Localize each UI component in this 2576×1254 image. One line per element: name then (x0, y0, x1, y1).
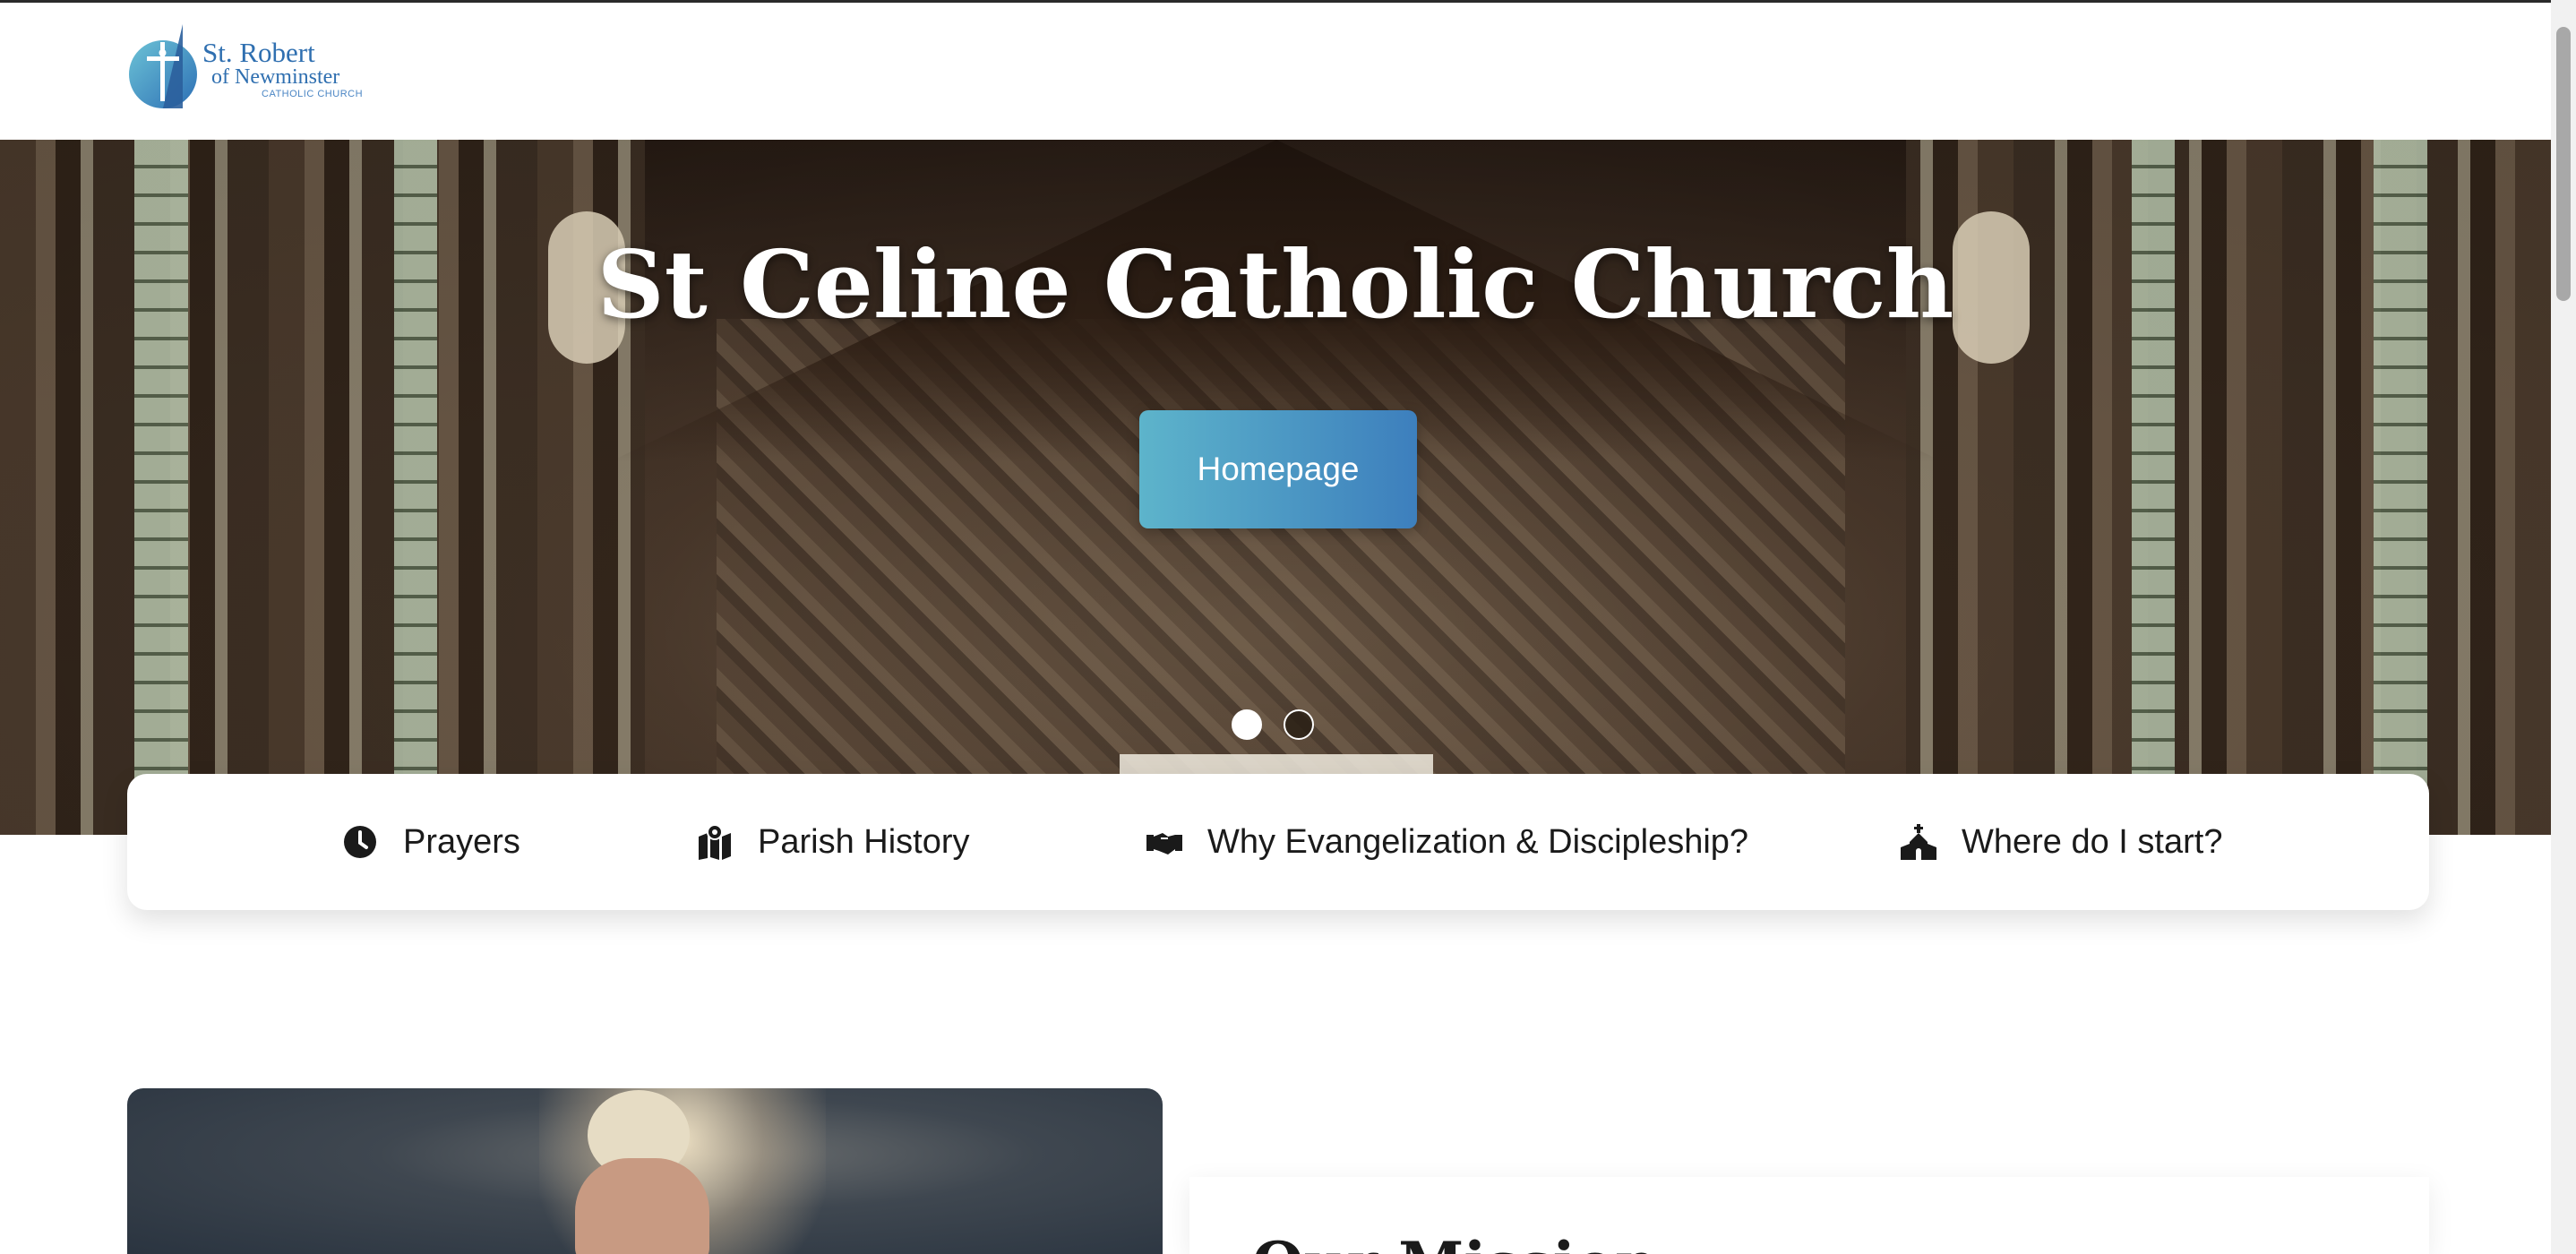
carousel-indicators (1232, 709, 1321, 742)
handshake-icon (1146, 833, 1182, 855)
hero-title: St Celine Catholic Church (597, 229, 1954, 339)
clock-icon (344, 826, 376, 858)
logo-line-3: CATHOLIC CHURCH (262, 89, 364, 99)
site-logo[interactable]: St. Robert of Newminster CATHOLIC CHURCH (127, 22, 364, 112)
quick-links-bar: Prayers Parish History Why Evangelizatio… (127, 774, 2429, 910)
carousel-dot-1[interactable] (1232, 709, 1262, 740)
quick-link-label: Parish History (758, 822, 970, 861)
homepage-button[interactable]: Homepage (1139, 410, 1417, 528)
logo-line-1: St. Robert (202, 37, 315, 68)
quick-link-evangelization[interactable]: Why Evangelization & Discipleship? (1146, 774, 1748, 910)
quick-link-label: Where do I start? (1962, 822, 2223, 861)
site-header: St. Robert of Newminster CATHOLIC CHURCH (0, 3, 2551, 140)
image-hands (575, 1158, 709, 1254)
page-scrollbar[interactable] (2551, 0, 2576, 1254)
logo-line-2: of Newminster (211, 65, 340, 89)
church-icon (1901, 824, 1936, 860)
quick-link-prayers[interactable]: Prayers (342, 774, 520, 910)
quick-link-parish-history[interactable]: Parish History (697, 774, 970, 910)
quick-link-label: Prayers (403, 822, 520, 861)
scrollbar-thumb[interactable] (2556, 27, 2571, 301)
quick-link-label: Why Evangelization & Discipleship? (1207, 822, 1749, 861)
quick-link-where-to-start[interactable]: Where do I start? (1901, 774, 2222, 910)
mission-card: Our Mission (1189, 1177, 2429, 1254)
hero-carousel: St Celine Catholic Church Homepage (0, 140, 2551, 835)
eucharist-image (127, 1088, 1163, 1254)
crucifix-emblem-icon (129, 24, 197, 108)
carousel-dot-2[interactable] (1284, 709, 1314, 740)
map-location-icon (699, 824, 731, 860)
mission-title: Our Mission (1252, 1229, 1658, 1254)
